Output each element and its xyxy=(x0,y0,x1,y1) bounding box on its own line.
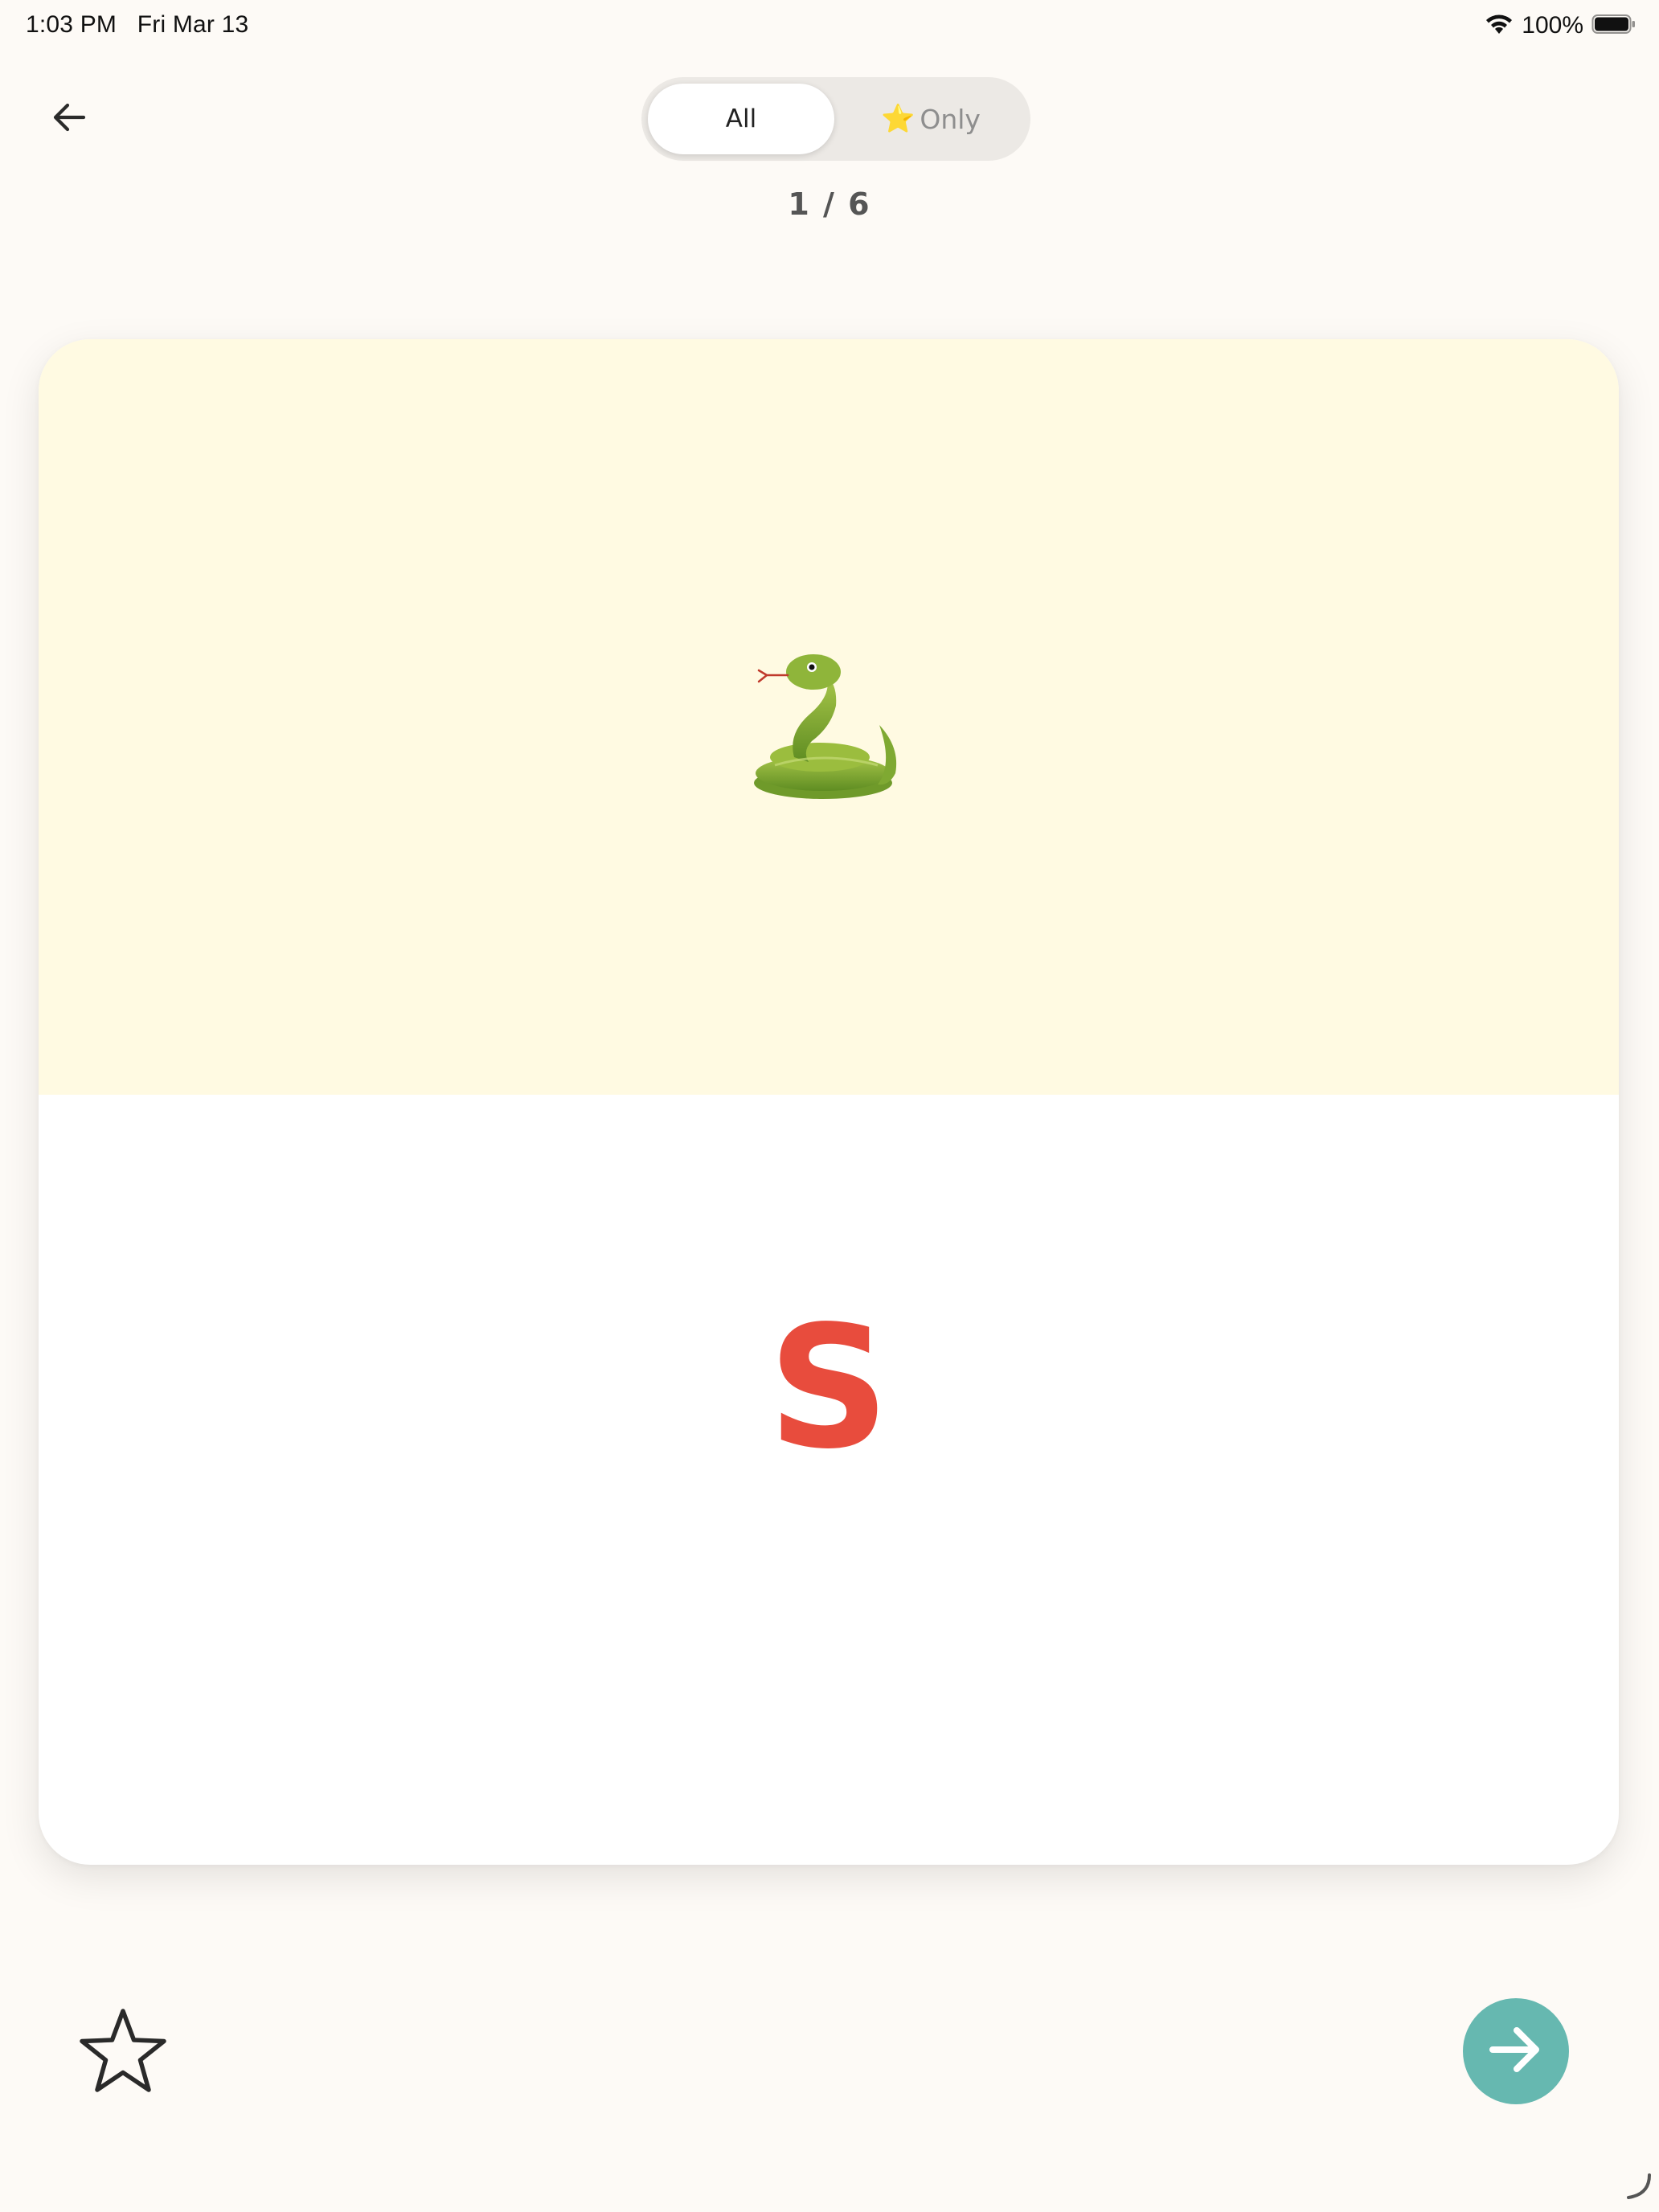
arrow-right-icon xyxy=(1488,2024,1544,2079)
wifi-icon xyxy=(1485,13,1514,39)
filter-all-segment[interactable]: All xyxy=(648,84,834,154)
arrow-left-icon xyxy=(51,101,87,137)
filter-all-label: All xyxy=(725,104,757,133)
filter-only-label: Only xyxy=(920,103,981,135)
window-resize-handle[interactable] xyxy=(1624,2172,1653,2201)
flashcard-image-area xyxy=(39,339,1619,1095)
back-button[interactable] xyxy=(45,95,93,143)
star-icon: ⭐ xyxy=(881,103,916,135)
battery-icon xyxy=(1591,13,1636,39)
favorite-button[interactable] xyxy=(76,2006,170,2096)
snake-icon xyxy=(743,645,920,805)
status-indicators: 100% xyxy=(1485,10,1636,42)
battery-percentage: 100% xyxy=(1522,12,1583,39)
filter-starred-only-segment[interactable]: ⭐ Only xyxy=(838,84,1024,154)
filter-segmented-control: All ⭐ Only xyxy=(641,77,1030,161)
next-card-button[interactable] xyxy=(1463,1998,1569,2104)
star-outline-icon xyxy=(76,2009,170,2099)
card-progress-counter: 1 / 6 xyxy=(788,186,871,222)
status-time-date: 1:03 PM Fri Mar 13 xyxy=(26,11,249,38)
flashcard-letter: S xyxy=(768,1289,890,1486)
flashcard[interactable]: S xyxy=(39,339,1619,1865)
